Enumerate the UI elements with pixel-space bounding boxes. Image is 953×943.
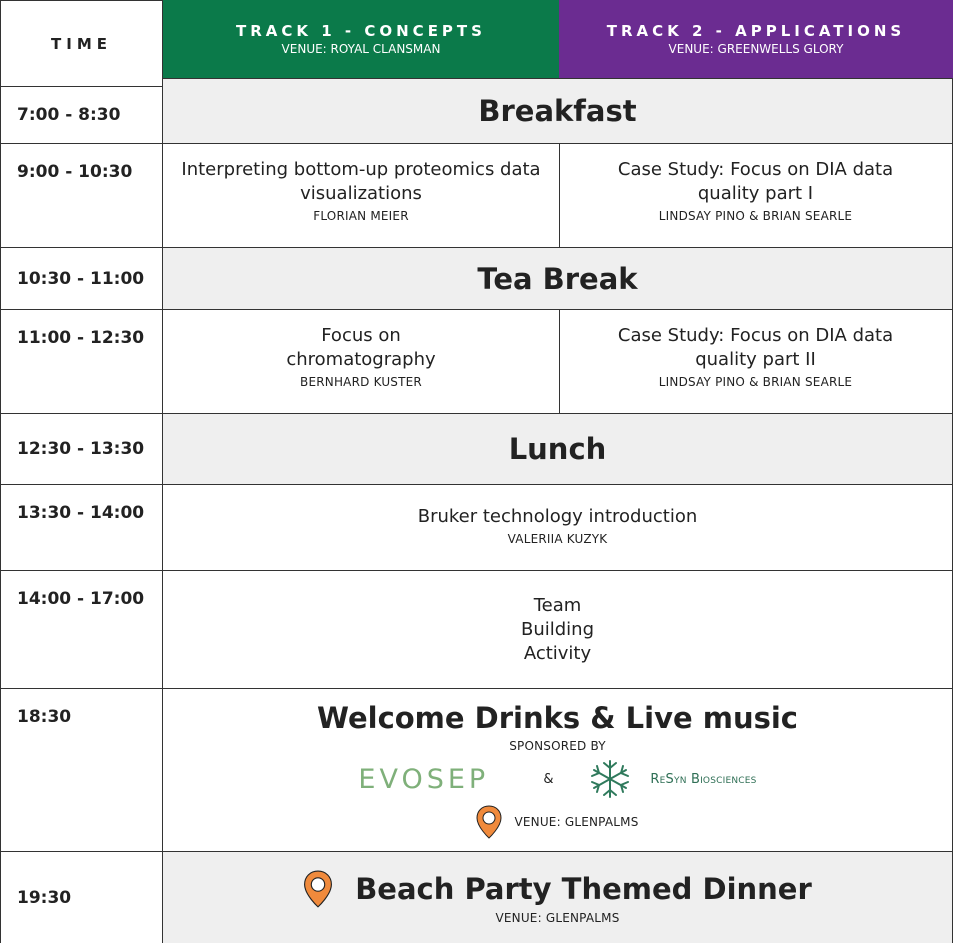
welcome-drinks-title: Welcome Drinks & Live music (317, 701, 798, 735)
track1-venue: VENUE: ROYAL CLANSMAN (281, 42, 441, 56)
time-cell: 12:30 - 13:30 (0, 414, 163, 485)
venue-line: VENUE: GLENPALMS (476, 805, 638, 839)
session-cell-track2: Case Study: Focus on DIA data quality pa… (559, 310, 953, 414)
time-label: 13:30 - 14:00 (17, 503, 145, 523)
lunch-title: Lunch (508, 432, 607, 466)
time-cell: 14:00 - 17:00 (0, 571, 163, 689)
time-label: 9:00 - 10:30 (17, 162, 133, 182)
session-speaker: FLORIAN MEIER (313, 209, 409, 223)
time-cell: 7:00 - 8:30 (0, 87, 163, 144)
tea-break-cell: Tea Break (162, 248, 953, 310)
time-label: 19:30 (17, 887, 72, 908)
activity-title-line: Team (533, 594, 582, 616)
sponsored-by-label: SPONSORED BY (509, 739, 606, 753)
session-speaker: VALERIIA KUZYK (507, 532, 608, 546)
beach-party-cell: Beach Party Themed Dinner VENUE: GLENPAL… (162, 852, 953, 943)
team-building-cell: Team Building Activity (162, 571, 953, 689)
session-speaker: LINDSAY PINO & BRIAN SEARLE (658, 209, 853, 223)
time-cell: 18:30 (0, 689, 163, 852)
beach-party-title: Beach Party Themed Dinner (355, 872, 812, 906)
session-cell-track1: Interpreting bottom-up proteomics data v… (162, 144, 560, 248)
time-label: 11:00 - 12:30 (17, 328, 145, 348)
time-column-header: TIME (51, 34, 112, 53)
time-cell: 19:30 (0, 852, 163, 943)
time-label: 14:00 - 17:00 (17, 589, 145, 609)
map-pin-icon (476, 805, 502, 839)
track1-header: TRACK 1 - CONCEPTS VENUE: ROYAL CLANSMAN (163, 0, 559, 78)
session-title: Focus on chromatography (286, 325, 436, 370)
session-title: Case Study: Focus on DIA data quality pa… (617, 325, 894, 370)
sponsor-logos: EVOSEP & ReSyn Biosciences (358, 755, 756, 803)
session-speaker: BERNHARD KUSTER (300, 375, 422, 389)
session-title: Bruker technology introduction (417, 506, 698, 527)
breakfast-cell: Breakfast (162, 78, 953, 144)
track2-header: TRACK 2 - APPLICATIONS VENUE: GREENWELLS… (559, 0, 953, 78)
session-speaker: LINDSAY PINO & BRIAN SEARLE (658, 375, 853, 389)
activity-title-line: Activity (523, 642, 592, 664)
track1-title: TRACK 1 - CONCEPTS (236, 22, 486, 40)
time-label: 12:30 - 13:30 (17, 439, 145, 459)
resyn-logo: ReSyn Biosciences (650, 771, 757, 787)
session-cell-track2: Case Study: Focus on DIA data quality pa… (559, 144, 953, 248)
time-label: 10:30 - 11:00 (17, 268, 145, 289)
session-title: Interpreting bottom-up proteomics data v… (181, 159, 541, 204)
evosep-logo: EVOSEP (358, 763, 490, 795)
time-label: 18:30 (17, 707, 72, 727)
map-pin-icon (304, 870, 333, 908)
breakfast-title: Breakfast (478, 94, 637, 128)
time-label: 7:00 - 8:30 (17, 105, 121, 125)
beach-party-title-line: Beach Party Themed Dinner (303, 870, 812, 908)
time-cell: 10:30 - 11:00 (0, 248, 163, 310)
resyn-snowflake-icon (591, 760, 630, 798)
session-title: Case Study: Focus on DIA data quality pa… (617, 159, 894, 204)
venue-label: VENUE: GLENPALMS (495, 911, 620, 925)
activity-title-line: Building (520, 618, 595, 640)
lunch-cell: Lunch (162, 414, 953, 485)
track2-venue: VENUE: GREENWELLS GLORY (668, 42, 844, 56)
time-cell: 11:00 - 12:30 (0, 310, 163, 414)
time-cell: 9:00 - 10:30 (0, 144, 163, 248)
tea-break-title: Tea Break (477, 261, 638, 296)
plenary-session-cell: Bruker technology introduction VALERIIA … (162, 485, 953, 571)
ampersand: & (543, 771, 554, 787)
track2-title: TRACK 2 - APPLICATIONS (606, 22, 906, 40)
welcome-drinks-cell: Welcome Drinks & Live music SPONSORED BY… (162, 689, 953, 852)
session-cell-track1: Focus on chromatography BERNHARD KUSTER (162, 310, 560, 414)
schedule-table: TIME TRACK 1 - CONCEPTS VENUE: ROYAL CLA… (0, 0, 953, 943)
time-cell: 13:30 - 14:00 (0, 485, 163, 571)
venue-label: VENUE: GLENPALMS (514, 815, 639, 829)
header-time-cell: TIME (0, 0, 163, 87)
